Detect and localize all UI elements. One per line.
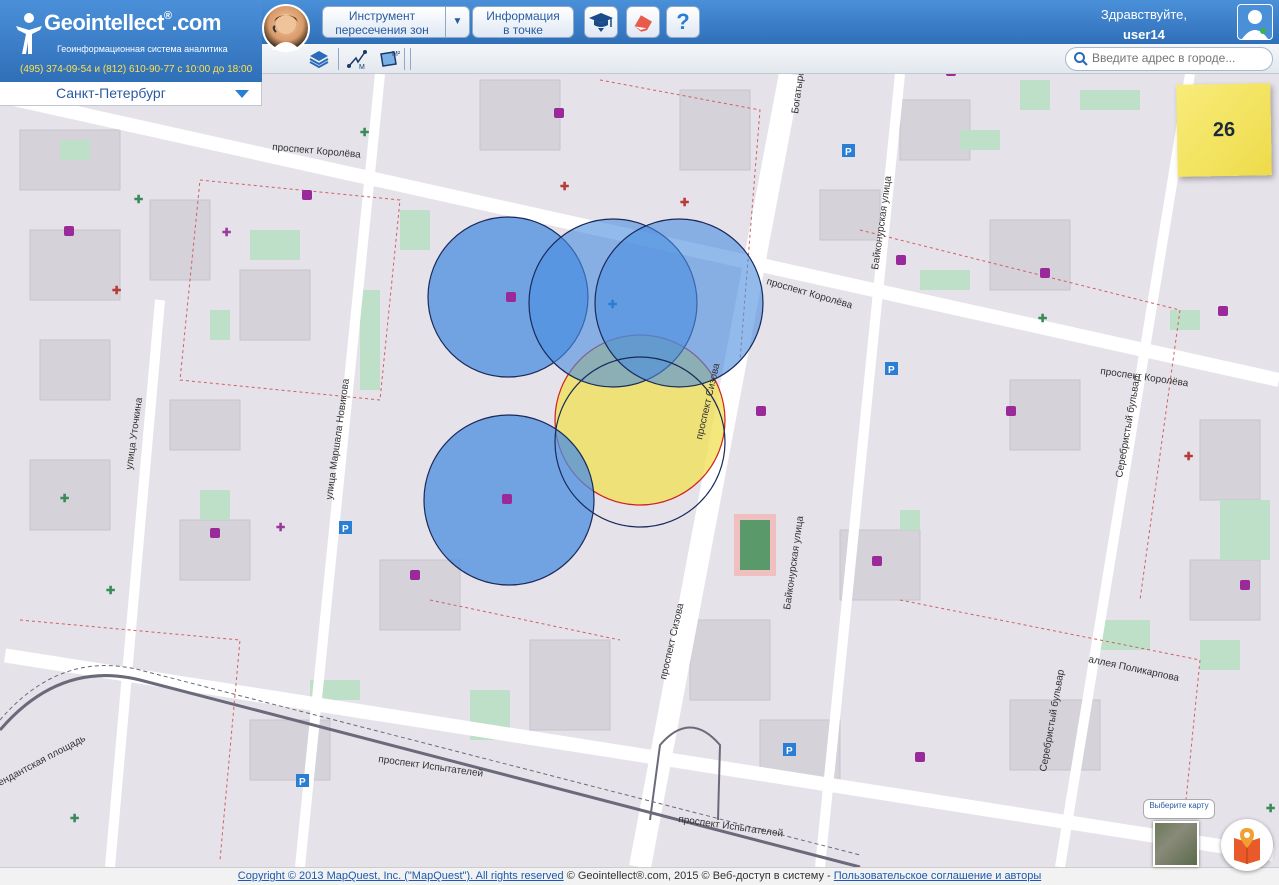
svg-text:✚: ✚ bbox=[106, 585, 115, 597]
measure-distance-icon[interactable]: M bbox=[346, 48, 368, 70]
map-svg[interactable]: ✚ ✚ ✚ ✚ ✚ ✚ ✚ ✚ ✚ ✚ ✚ ✚ ✚ ✚ ✚ bbox=[0, 74, 1279, 867]
user-greeting: Здравствуйте, user14 bbox=[1101, 5, 1187, 45]
svg-text:✚: ✚ bbox=[276, 522, 285, 534]
user-profile-button[interactable] bbox=[1237, 4, 1273, 40]
map-type-selector[interactable]: Выберите карту bbox=[1143, 799, 1215, 869]
user-icon bbox=[1242, 10, 1268, 39]
poi-layer-button[interactable] bbox=[1221, 819, 1273, 871]
svg-text:✚: ✚ bbox=[560, 181, 569, 193]
toolbar-divider bbox=[410, 48, 411, 70]
svg-text:✚: ✚ bbox=[222, 227, 231, 239]
svg-text:P: P bbox=[342, 524, 349, 535]
operator-icon bbox=[272, 14, 300, 50]
logo-block: Geointellect®.com Геоинформационная сист… bbox=[0, 0, 262, 82]
svg-text:✚: ✚ bbox=[1038, 313, 1047, 325]
layers-icon[interactable] bbox=[308, 48, 330, 70]
svg-text:✚: ✚ bbox=[1184, 451, 1193, 463]
svg-text:P: P bbox=[299, 777, 306, 788]
footer: Copyright © 2013 MapQuest, Inc. ("MapQue… bbox=[0, 867, 1279, 885]
chevron-down-icon bbox=[235, 90, 249, 98]
toolbar-divider bbox=[338, 48, 339, 70]
zone-blue-3[interactable] bbox=[594, 218, 764, 388]
count-sticky-note[interactable]: 26 bbox=[1176, 83, 1272, 177]
svg-text:✚: ✚ bbox=[70, 813, 79, 825]
svg-text:✚: ✚ bbox=[360, 127, 369, 139]
mapquest-copyright-link[interactable]: Copyright © 2013 MapQuest, Inc. ("MapQue… bbox=[238, 870, 564, 882]
logo-figure-icon bbox=[16, 13, 42, 54]
footer-text: © Geointellect®.com, 2015 © Веб-доступ в… bbox=[563, 870, 834, 882]
logo-subtitle: Геоинформационная система аналитика bbox=[57, 44, 228, 54]
measure-area-icon[interactable]: M² bbox=[378, 48, 400, 70]
svg-text:P: P bbox=[888, 365, 895, 376]
city-name: Санкт-Петербург bbox=[56, 85, 166, 101]
terms-link[interactable]: Пользовательское соглашение и авторы bbox=[834, 870, 1041, 882]
map-select-label: Выберите карту bbox=[1143, 799, 1215, 819]
username: user14 bbox=[1122, 27, 1165, 42]
help-icon: ? bbox=[676, 9, 690, 34]
phone-number: (495) 374-09-54 и (812) 610-90-77 с 10:0… bbox=[20, 64, 253, 75]
greeting-text: Здравствуйте, bbox=[1100, 7, 1187, 22]
logo-text: Geointellect®.com bbox=[44, 10, 221, 35]
graduation-cap-icon bbox=[589, 13, 613, 32]
svg-text:✚: ✚ bbox=[608, 299, 617, 311]
count-value: 26 bbox=[1212, 118, 1236, 141]
chevron-down-icon[interactable]: ▼ bbox=[445, 7, 469, 37]
svg-text:✚: ✚ bbox=[134, 194, 143, 206]
svg-text:P: P bbox=[845, 147, 852, 158]
svg-text:M: M bbox=[359, 64, 365, 70]
map-canvas[interactable]: ✚ ✚ ✚ ✚ ✚ ✚ ✚ ✚ ✚ ✚ ✚ ✚ ✚ ✚ ✚ bbox=[0, 74, 1279, 867]
toolbar-divider bbox=[404, 48, 405, 70]
search-icon bbox=[1074, 52, 1088, 66]
city-selector[interactable]: Санкт-Петербург bbox=[0, 82, 262, 106]
help-button[interactable]: ? bbox=[666, 6, 700, 38]
eraser-icon bbox=[634, 15, 652, 32]
eraser-button[interactable] bbox=[626, 6, 660, 38]
zone-intersection-button[interactable]: Инструмент пересечения зон ▼ bbox=[322, 6, 470, 38]
point-info-label-2: в точке bbox=[503, 23, 543, 37]
support-operator-avatar[interactable] bbox=[262, 4, 310, 52]
svg-text:P: P bbox=[786, 746, 793, 757]
search-input[interactable] bbox=[1092, 51, 1270, 65]
svg-text:✚: ✚ bbox=[1266, 803, 1275, 815]
svg-text:✚: ✚ bbox=[60, 493, 69, 505]
zone-intersection-label-2: пересечения зон bbox=[335, 23, 429, 37]
point-info-button[interactable]: Информация в точке bbox=[472, 6, 574, 38]
point-info-label-1: Информация bbox=[486, 9, 560, 23]
address-search[interactable] bbox=[1065, 47, 1273, 71]
zone-intersection-label-1: Инструмент bbox=[348, 9, 416, 23]
book-pin-icon bbox=[1234, 828, 1260, 864]
svg-text:M²: M² bbox=[392, 51, 400, 58]
satellite-thumbnail[interactable] bbox=[1153, 821, 1199, 867]
svg-text:✚: ✚ bbox=[112, 285, 121, 297]
svg-text:✚: ✚ bbox=[680, 197, 689, 209]
education-button[interactable] bbox=[584, 6, 618, 38]
